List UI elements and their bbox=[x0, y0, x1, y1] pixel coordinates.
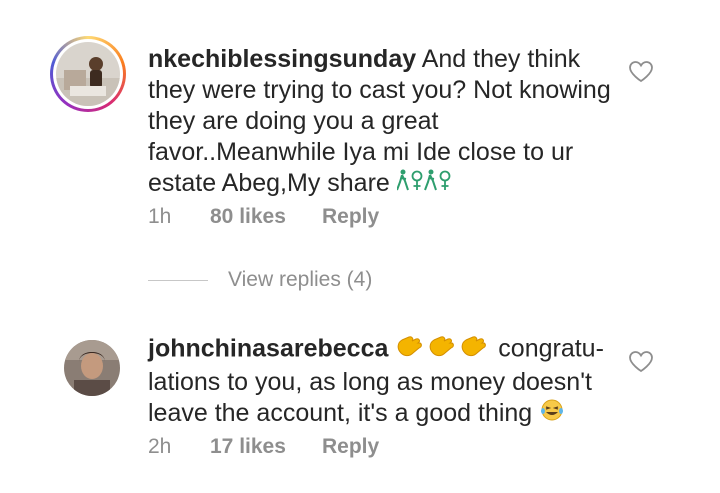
view-replies-button[interactable]: View replies (4) bbox=[148, 268, 372, 292]
tears-of-joy-emoji-icon bbox=[539, 398, 565, 430]
comment-likes[interactable]: 80 likes bbox=[210, 205, 322, 229]
comment-time: 2h bbox=[148, 435, 172, 458]
comment-body: nkechiblessingsunday And they think they… bbox=[148, 44, 618, 200]
comment-username[interactable]: nkechiblessingsunday bbox=[148, 45, 416, 73]
divider-line bbox=[148, 279, 208, 281]
story-ring-avatar[interactable] bbox=[50, 36, 126, 112]
reply-button[interactable]: Reply bbox=[322, 435, 379, 459]
view-replies-label[interactable]: View replies (4) bbox=[228, 268, 372, 292]
comment-likes[interactable]: 17 likes bbox=[210, 435, 322, 459]
comment-time: 1h bbox=[148, 205, 172, 228]
comment-username[interactable]: johnchinasarebecca bbox=[148, 335, 388, 363]
profile-photo-icon bbox=[56, 42, 120, 106]
reply-button[interactable]: Reply bbox=[322, 205, 379, 229]
comment-meta: 2h 17 likes Reply bbox=[148, 435, 379, 459]
profile-photo-icon[interactable] bbox=[64, 340, 120, 396]
comment-meta: 1h 80 likes Reply bbox=[148, 205, 379, 229]
clapping-hands-emoji-icon bbox=[395, 333, 491, 367]
heart-outline-icon[interactable] bbox=[628, 60, 654, 84]
comment-body: johnchinasarebecca congratu-lations to y… bbox=[148, 333, 618, 430]
heart-outline-icon[interactable] bbox=[628, 350, 654, 374]
runner-emoji-icon bbox=[395, 168, 453, 200]
